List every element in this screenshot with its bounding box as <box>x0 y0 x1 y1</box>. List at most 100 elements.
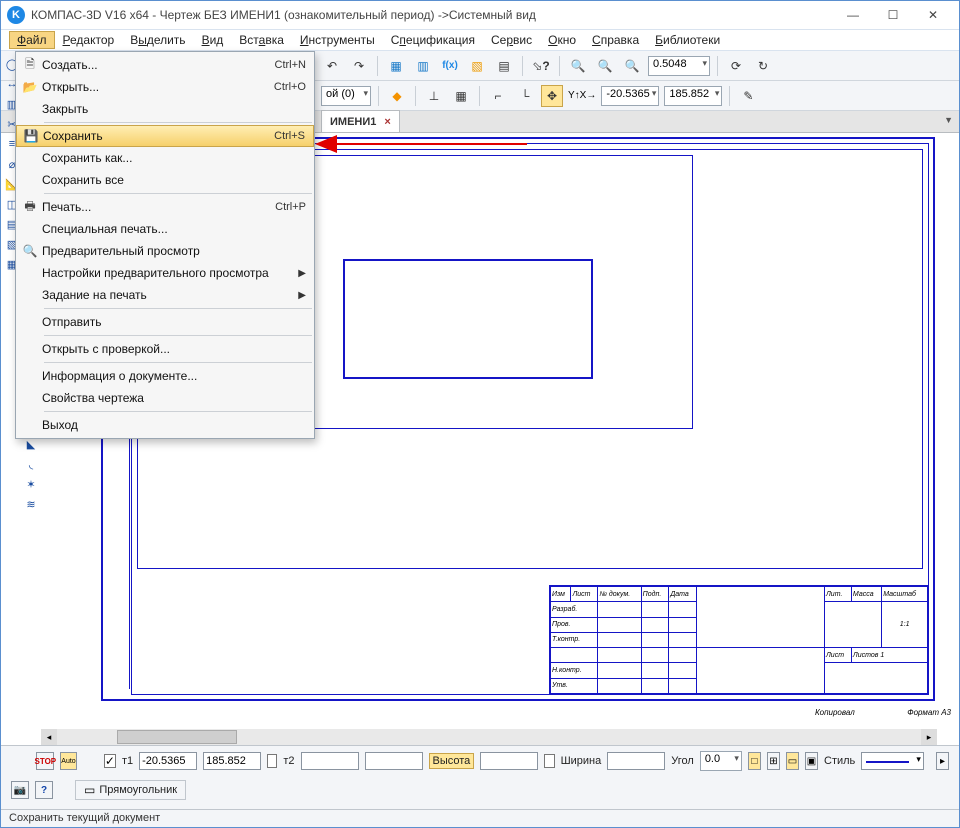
layer-combo[interactable]: ой (0) <box>321 86 371 106</box>
status-text: Сохранить текущий документ <box>9 812 160 824</box>
scroll-right-button[interactable]: ▸ <box>936 752 949 770</box>
refresh-button[interactable]: ⟳ <box>725 55 747 77</box>
grid-button[interactable]: ▦ <box>450 85 472 107</box>
menu-service[interactable]: Сервис <box>483 31 540 49</box>
rt-fillet-icon[interactable]: ◟ <box>22 455 40 473</box>
tabs-dropdown-icon[interactable]: ▼ <box>944 115 953 125</box>
ortho-button[interactable]: ⊥ <box>423 85 445 107</box>
zoom-fit-button[interactable]: 🔍 <box>567 55 589 77</box>
save-disk-icon: 💾 <box>19 129 43 143</box>
tool-tab-label[interactable]: Прямоугольник <box>99 784 177 796</box>
variables-button[interactable]: ▥ <box>412 55 434 77</box>
params-button[interactable]: ▧ <box>466 55 488 77</box>
file-menu-new[interactable]: 🗎 Создать... Ctrl+N <box>16 54 314 76</box>
separator <box>378 86 379 106</box>
close-button[interactable]: ✕ <box>913 4 953 26</box>
separator <box>479 86 480 106</box>
mode-center-button[interactable]: ▣ <box>805 752 818 770</box>
file-menu-preview[interactable]: 🔍 Предварительный просмотр <box>16 240 314 262</box>
menu-window[interactable]: Окно <box>540 31 584 49</box>
new-doc-icon: 🗎 <box>18 55 42 76</box>
zoom-in-button[interactable]: 🔍 <box>594 55 616 77</box>
file-menu-send[interactable]: Отправить <box>16 311 314 333</box>
redraw-button[interactable]: ↻ <box>752 55 774 77</box>
angle-combo[interactable]: 0.0 <box>700 751 742 771</box>
t1-checkbox[interactable]: ✓ <box>104 754 116 768</box>
rect-tool-icon: ▭ <box>84 783 95 797</box>
open-folder-icon: 📂 <box>18 80 42 94</box>
menu-bar: Файл Редактор Выделить Вид Вставка Инстр… <box>1 29 959 51</box>
measure-button[interactable]: ✎ <box>737 85 759 107</box>
height-input[interactable] <box>480 752 538 770</box>
width-checkbox[interactable] <box>544 754 554 768</box>
mode-rect-button[interactable]: ▭ <box>786 752 799 770</box>
document-tab[interactable]: ИМЕНИ1 × <box>321 110 400 132</box>
axis-on-button[interactable]: ⊞ <box>767 752 780 770</box>
menu-view[interactable]: Вид <box>194 31 232 49</box>
file-menu-saveall[interactable]: Сохранить все <box>16 169 314 191</box>
submenu-arrow-icon: ▶ <box>298 290 306 301</box>
t2-checkbox[interactable] <box>267 754 277 768</box>
file-menu-printjob[interactable]: Задание на печать ▶ <box>16 284 314 306</box>
scroll-left-icon[interactable]: ◂ <box>41 729 57 745</box>
rt-equi-icon[interactable]: ≋ <box>22 495 40 513</box>
t2-x-input[interactable] <box>301 752 359 770</box>
file-menu-print[interactable]: 🖶 Печать... Ctrl+P <box>16 196 314 218</box>
menu-libs[interactable]: Библиотеки <box>647 31 728 49</box>
menu-select[interactable]: Выделить <box>122 31 193 49</box>
menu-file[interactable]: Файл <box>9 31 55 49</box>
coord-y[interactable]: 185.852 <box>664 86 722 106</box>
horizontal-scrollbar[interactable]: ◂ ▸ <box>41 729 937 745</box>
file-menu-open[interactable]: 📂 Открыть... Ctrl+O <box>16 76 314 98</box>
file-menu-save[interactable]: 💾 Сохранить Ctrl+S <box>16 125 314 147</box>
undo-button[interactable]: ↶ <box>321 55 343 77</box>
redo-button[interactable]: ↷ <box>348 55 370 77</box>
height-label: Высота <box>429 753 475 769</box>
copy-props-button[interactable]: 📷 <box>11 781 29 799</box>
file-menu-saveas[interactable]: Сохранить как... <box>16 147 314 169</box>
status-bar: Сохранить текущий документ <box>1 809 959 827</box>
style-combo[interactable] <box>861 752 924 770</box>
maximize-button[interactable]: ☐ <box>873 4 913 26</box>
axis-off-button[interactable]: □ <box>748 752 761 770</box>
width-input[interactable] <box>607 752 665 770</box>
submenu-arrow-icon: ▶ <box>298 268 306 279</box>
app-logo-icon: K <box>7 6 25 24</box>
global-cs-button[interactable]: └ <box>514 85 536 107</box>
file-menu-exit[interactable]: Выход <box>16 414 314 436</box>
file-menu-openchk[interactable]: Открыть с проверкой... <box>16 338 314 360</box>
scroll-thumb[interactable] <box>117 730 237 744</box>
menu-tools[interactable]: Инструменты <box>292 31 383 49</box>
document-tab-close-icon[interactable]: × <box>384 116 390 128</box>
coord-x[interactable]: -20.5365 <box>601 86 659 106</box>
pointer-help-button[interactable]: ⬂? <box>530 55 552 77</box>
file-menu-close[interactable]: Закрыть <box>16 98 314 120</box>
menu-help[interactable]: Справка <box>584 31 647 49</box>
style-button[interactable]: ◆ <box>386 85 408 107</box>
zoom-combo[interactable]: 0.5048 <box>648 56 710 76</box>
file-menu-docinfo[interactable]: Информация о документе... <box>16 365 314 387</box>
t2-y-input[interactable] <box>365 752 423 770</box>
rt-collect-icon[interactable]: ✶ <box>22 475 40 493</box>
file-menu-specprint[interactable]: Специальная печать... <box>16 218 314 240</box>
help-button[interactable]: ? <box>35 781 53 799</box>
local-cs-button[interactable]: ⌐ <box>487 85 509 107</box>
zoom-window-button[interactable]: 🔍 <box>621 55 643 77</box>
t1-x-input[interactable] <box>139 752 197 770</box>
menu-edit[interactable]: Редактор <box>55 31 123 49</box>
scroll-right-icon[interactable]: ▸ <box>921 729 937 745</box>
file-menu-drawprops[interactable]: Свойства чертежа <box>16 387 314 409</box>
width-label: Ширина <box>561 755 602 767</box>
fx-button[interactable]: f(x) <box>439 55 461 77</box>
menu-spec[interactable]: Спецификация <box>383 31 483 49</box>
auto-button[interactable]: Auto <box>60 752 76 770</box>
report-button[interactable]: ▤ <box>493 55 515 77</box>
manager-button[interactable]: ▦ <box>385 55 407 77</box>
menu-insert[interactable]: Вставка <box>231 31 292 49</box>
snap-button[interactable]: ✥ <box>541 85 563 107</box>
style-label: Стиль <box>824 755 855 767</box>
minimize-button[interactable]: — <box>833 4 873 26</box>
file-menu-previewcfg[interactable]: Настройки предварительного просмотра ▶ <box>16 262 314 284</box>
stop-button[interactable]: STOP <box>36 752 54 770</box>
t1-y-input[interactable] <box>203 752 261 770</box>
